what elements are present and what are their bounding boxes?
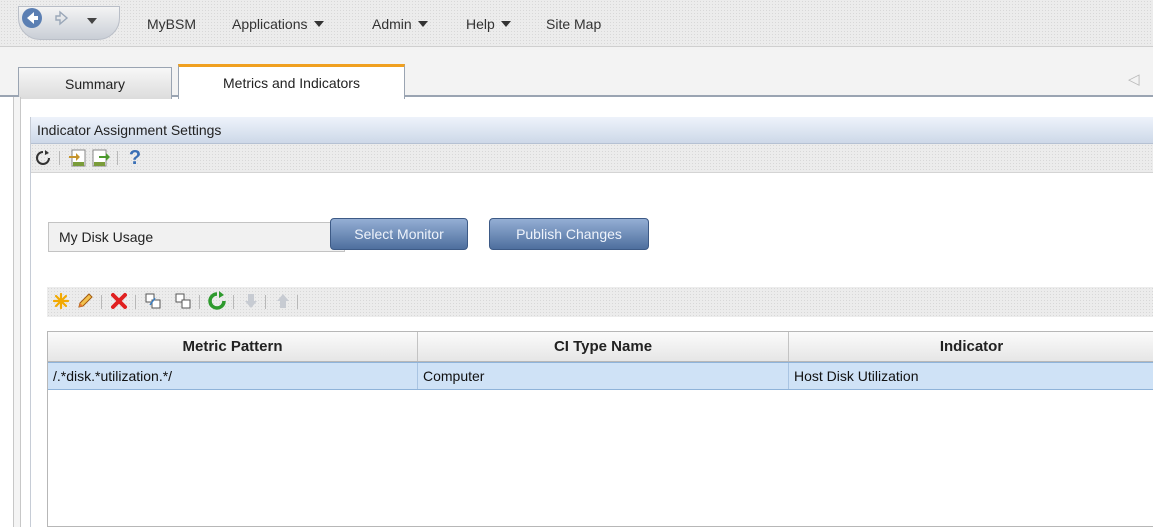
- chevron-down-icon: [313, 21, 324, 27]
- import-xml-icon[interactable]: [67, 148, 87, 168]
- toolbar-separator: [233, 295, 234, 309]
- toolbar-separator: [199, 295, 200, 309]
- menu-help[interactable]: Help: [466, 16, 511, 32]
- toolbar-separator: [265, 295, 266, 309]
- grid-toolbar: [47, 287, 1153, 317]
- tab-scroll-left-icon[interactable]: ◁: [1128, 70, 1140, 88]
- back-arrow-icon[interactable]: [20, 6, 44, 30]
- cell-ci-type-name: Computer: [418, 363, 789, 389]
- paste-icon[interactable]: [173, 291, 193, 311]
- edit-icon[interactable]: [75, 291, 95, 311]
- tab-divider: [0, 95, 1153, 97]
- move-down-icon[interactable]: [241, 291, 261, 311]
- indicator-assignment-grid: Metric Pattern CI Type Name Indicator /.…: [47, 331, 1153, 527]
- help-icon[interactable]: ?: [125, 147, 145, 169]
- table-row[interactable]: /.*disk.*utilization.*/ Computer Host Di…: [48, 362, 1153, 390]
- publish-changes-button[interactable]: Publish Changes: [489, 218, 649, 250]
- toolbar-separator: [59, 151, 60, 165]
- toolbar-separator: [117, 151, 118, 165]
- refresh-green-icon[interactable]: [207, 291, 227, 311]
- menu-label: Help: [466, 16, 495, 32]
- forward-arrow-icon[interactable]: [50, 6, 74, 30]
- export-xml-icon[interactable]: [91, 148, 111, 168]
- chevron-down-icon: [500, 21, 511, 27]
- left-frame-border: [13, 97, 21, 527]
- menu-mybsm[interactable]: MyBSM: [147, 16, 196, 32]
- grid-header-row: Metric Pattern CI Type Name Indicator: [48, 332, 1153, 362]
- column-header-metric-pattern[interactable]: Metric Pattern: [48, 332, 418, 361]
- tab-strip: [0, 47, 1153, 97]
- column-header-indicator[interactable]: Indicator: [789, 332, 1153, 361]
- tab-label: Summary: [65, 75, 125, 92]
- chevron-down-icon: [417, 21, 428, 27]
- menu-label: Site Map: [546, 16, 602, 32]
- select-monitor-button[interactable]: Select Monitor: [330, 218, 468, 250]
- menu-admin[interactable]: Admin: [372, 16, 428, 32]
- cell-indicator: Host Disk Utilization: [794, 368, 919, 384]
- top-navigation-bar: MyBSM Applications Admin Help Site Map: [0, 0, 1153, 47]
- move-up-icon[interactable]: [273, 291, 293, 311]
- copy-icon[interactable]: [143, 291, 163, 311]
- tab-metrics-and-indicators[interactable]: Metrics and Indicators: [178, 64, 405, 99]
- column-header-ci-type-name[interactable]: CI Type Name: [418, 332, 789, 361]
- cell-metric-pattern: /.*disk.*utilization.*/: [48, 363, 418, 389]
- tab-summary[interactable]: Summary: [18, 67, 172, 99]
- tab-label: Metrics and Indicators: [223, 75, 360, 91]
- history-dropdown-icon[interactable]: [80, 9, 104, 33]
- delete-icon[interactable]: [109, 291, 129, 311]
- refresh-icon[interactable]: [33, 148, 53, 168]
- toolbar-separator: [101, 295, 102, 309]
- toolbar-separator: [135, 295, 136, 309]
- monitor-name-field[interactable]: [48, 222, 345, 252]
- menu-label: Admin: [372, 16, 412, 32]
- menu-applications[interactable]: Applications: [232, 16, 324, 32]
- new-icon[interactable]: [51, 291, 71, 311]
- menu-label: MyBSM: [147, 16, 196, 32]
- panel-toolbar: ?: [31, 144, 1153, 173]
- toolbar-separator: [297, 295, 298, 309]
- panel-title: Indicator Assignment Settings: [31, 117, 1153, 144]
- menu-site-map[interactable]: Site Map: [546, 16, 601, 32]
- menu-label: Applications: [232, 16, 308, 32]
